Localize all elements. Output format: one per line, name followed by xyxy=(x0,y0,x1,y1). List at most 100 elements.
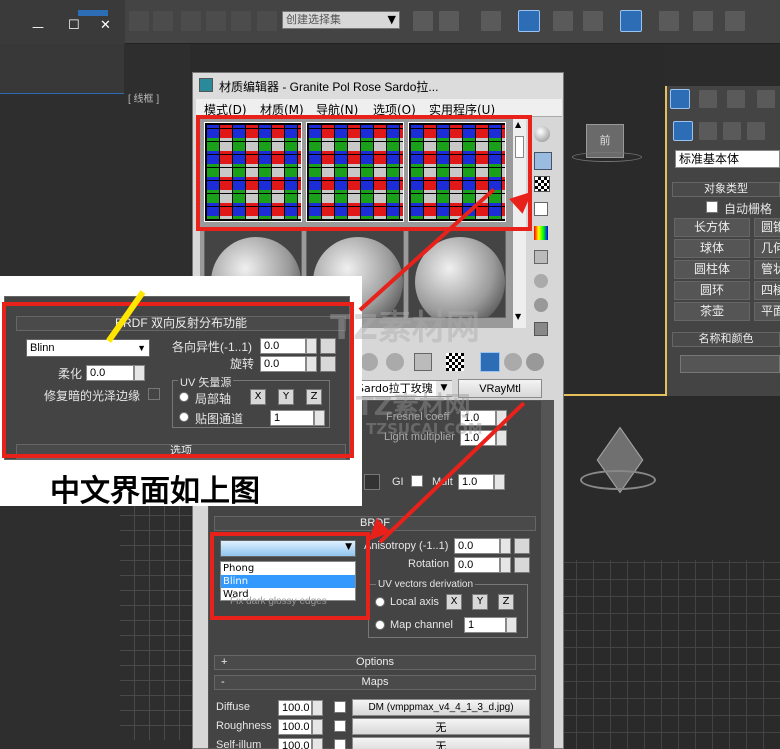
modify-tab-icon[interactable] xyxy=(698,89,718,109)
align-icon[interactable] xyxy=(438,10,460,32)
curve-editor-icon[interactable] xyxy=(552,10,574,32)
minimize-button[interactable]: — xyxy=(32,20,44,34)
options-header[interactable]: + Options xyxy=(214,655,536,670)
map-diffuse-amount[interactable]: 100.0 xyxy=(278,700,312,716)
autogrid-checkbox[interactable] xyxy=(706,201,718,213)
primitive-type-value: 标准基本体 xyxy=(679,152,740,166)
anisotropy-spinner-en[interactable] xyxy=(500,538,511,554)
cameras-icon[interactable] xyxy=(746,121,766,141)
map-channel-radio[interactable] xyxy=(375,620,385,630)
mirror-icon[interactable] xyxy=(412,10,434,32)
map-selfillum-checkbox[interactable] xyxy=(334,739,346,749)
pyramid-button[interactable]: 四棱锥 xyxy=(754,281,780,300)
map-roughness-spinner[interactable] xyxy=(312,719,323,735)
selection-set-dropdown[interactable]: 创建选择集 ▼ xyxy=(282,11,400,29)
sample-type-icon[interactable] xyxy=(534,126,550,142)
geometry-icon[interactable] xyxy=(673,121,693,141)
axis-z-button-en[interactable]: Z xyxy=(498,594,514,610)
plane-button[interactable]: 平面 xyxy=(754,302,780,321)
scroll-down-icon[interactable]: ▼ xyxy=(515,312,521,321)
spinner-snap-icon[interactable] xyxy=(230,10,252,32)
object-type-header[interactable]: 对象类型 xyxy=(672,182,780,197)
rotation-map-button[interactable] xyxy=(514,557,530,573)
navigator-icon[interactable] xyxy=(534,322,548,336)
object-name-field[interactable] xyxy=(680,355,780,373)
params-scrollbar[interactable] xyxy=(542,400,554,749)
map-selfillum-button[interactable]: 无 xyxy=(352,737,530,749)
video-color-icon[interactable] xyxy=(534,226,548,240)
map-diffuse-spinner[interactable] xyxy=(312,700,323,716)
window-title: 材质编辑器 - Granite Pol Rose Sardo拉... xyxy=(219,80,439,94)
map-roughness-checkbox[interactable] xyxy=(334,720,346,732)
show-map-icon[interactable] xyxy=(446,353,464,371)
material-editor-icon[interactable] xyxy=(620,10,642,32)
cylinder-button[interactable]: 圆柱体 xyxy=(674,260,750,279)
anisotropy-field-en[interactable]: 0.0 xyxy=(454,538,500,554)
gi-checkbox[interactable] xyxy=(411,475,423,487)
scene-explorer-icon[interactable] xyxy=(518,10,540,32)
edit-named-sets-icon[interactable] xyxy=(256,10,278,32)
render-teapot-icon[interactable] xyxy=(724,10,746,32)
assign-to-selection-icon[interactable] xyxy=(414,353,432,371)
select-link-icon[interactable] xyxy=(128,10,150,32)
viewport-label[interactable]: [ 线框 ] xyxy=(128,90,159,105)
map-channel-field-en[interactable]: 1 xyxy=(464,617,506,633)
map-selfillum-amount[interactable]: 100.0 xyxy=(278,738,312,749)
bind-spacewarp-icon[interactable] xyxy=(180,10,202,32)
make-preview-icon[interactable] xyxy=(534,250,548,264)
map-diffuse-button[interactable]: DM (vmppmax_v4_4_1_3_d.jpg) xyxy=(352,699,530,716)
put-to-scene-icon[interactable] xyxy=(386,353,404,371)
viewport-top-right[interactable] xyxy=(560,44,665,394)
create-tab-icon[interactable] xyxy=(670,89,690,109)
close-button[interactable]: ✕ xyxy=(100,18,111,33)
uv-tiling-icon[interactable] xyxy=(534,202,548,216)
percent-snap-icon[interactable] xyxy=(205,10,227,32)
map-roughness-button[interactable]: 无 xyxy=(352,718,530,735)
geosphere-button[interactable]: 几何球体 xyxy=(754,239,780,258)
render-setup-icon[interactable] xyxy=(658,10,680,32)
teapot-button[interactable]: 茶壶 xyxy=(674,302,750,321)
mult-spinner[interactable] xyxy=(494,474,505,490)
map-roughness-amount[interactable]: 100.0 xyxy=(278,719,312,735)
backlight-icon[interactable] xyxy=(534,152,552,170)
primitive-type-dropdown[interactable]: 标准基本体 xyxy=(675,150,780,168)
watermark-2: TZ素材网 xyxy=(356,392,471,422)
render-frame-icon[interactable] xyxy=(692,10,714,32)
mult-field[interactable]: 1.0 xyxy=(458,474,494,490)
cone-button[interactable]: 圆锥体 xyxy=(754,218,780,237)
map-selfillum-spinner[interactable] xyxy=(312,738,323,749)
schematic-view-icon[interactable] xyxy=(582,10,604,32)
lights-icon[interactable] xyxy=(722,121,742,141)
restore-button[interactable]: ☐ xyxy=(68,18,80,33)
material-editor-titlebar[interactable]: 材质编辑器 - Granite Pol Rose Sardo拉... xyxy=(193,73,563,99)
shapes-icon[interactable] xyxy=(698,121,718,141)
map-channel-spinner-en[interactable] xyxy=(506,617,517,633)
go-sibling-icon[interactable] xyxy=(526,353,544,371)
motion-tab-icon[interactable] xyxy=(756,89,776,109)
torus-button[interactable]: 圆环 xyxy=(674,281,750,300)
go-to-parent-icon[interactable] xyxy=(504,353,522,371)
layer-manager-icon[interactable] xyxy=(480,10,502,32)
material-type-button[interactable]: VRayMtl xyxy=(458,379,542,398)
sphere-button[interactable]: 球体 xyxy=(674,239,750,258)
name-color-header[interactable]: 名称和颜色 xyxy=(672,332,780,347)
rotation-field-en[interactable]: 0.0 xyxy=(454,557,500,573)
background-icon[interactable] xyxy=(534,176,550,192)
light-multiplier-spinner[interactable] xyxy=(496,430,507,446)
select-by-material-icon[interactable] xyxy=(534,298,548,312)
options-icon[interactable] xyxy=(534,274,548,288)
maps-header[interactable]: - Maps xyxy=(214,675,536,690)
get-material-icon[interactable] xyxy=(360,353,378,371)
unlink-icon[interactable] xyxy=(152,10,174,32)
anisotropy-map-button[interactable] xyxy=(514,538,530,554)
rotation-spinner-en[interactable] xyxy=(500,557,511,573)
axis-x-button-en[interactable]: X xyxy=(446,594,462,610)
axis-y-button-en[interactable]: Y xyxy=(472,594,488,610)
tube-button[interactable]: 管状体 xyxy=(754,260,780,279)
local-axis-radio[interactable] xyxy=(375,597,385,607)
hierarchy-tab-icon[interactable] xyxy=(726,89,746,109)
map-diffuse-checkbox[interactable] xyxy=(334,701,346,713)
box-button[interactable]: 长方体 xyxy=(674,218,750,237)
show-end-result-icon[interactable] xyxy=(480,352,500,372)
selection-set-placeholder: 创建选择集 xyxy=(286,13,341,26)
